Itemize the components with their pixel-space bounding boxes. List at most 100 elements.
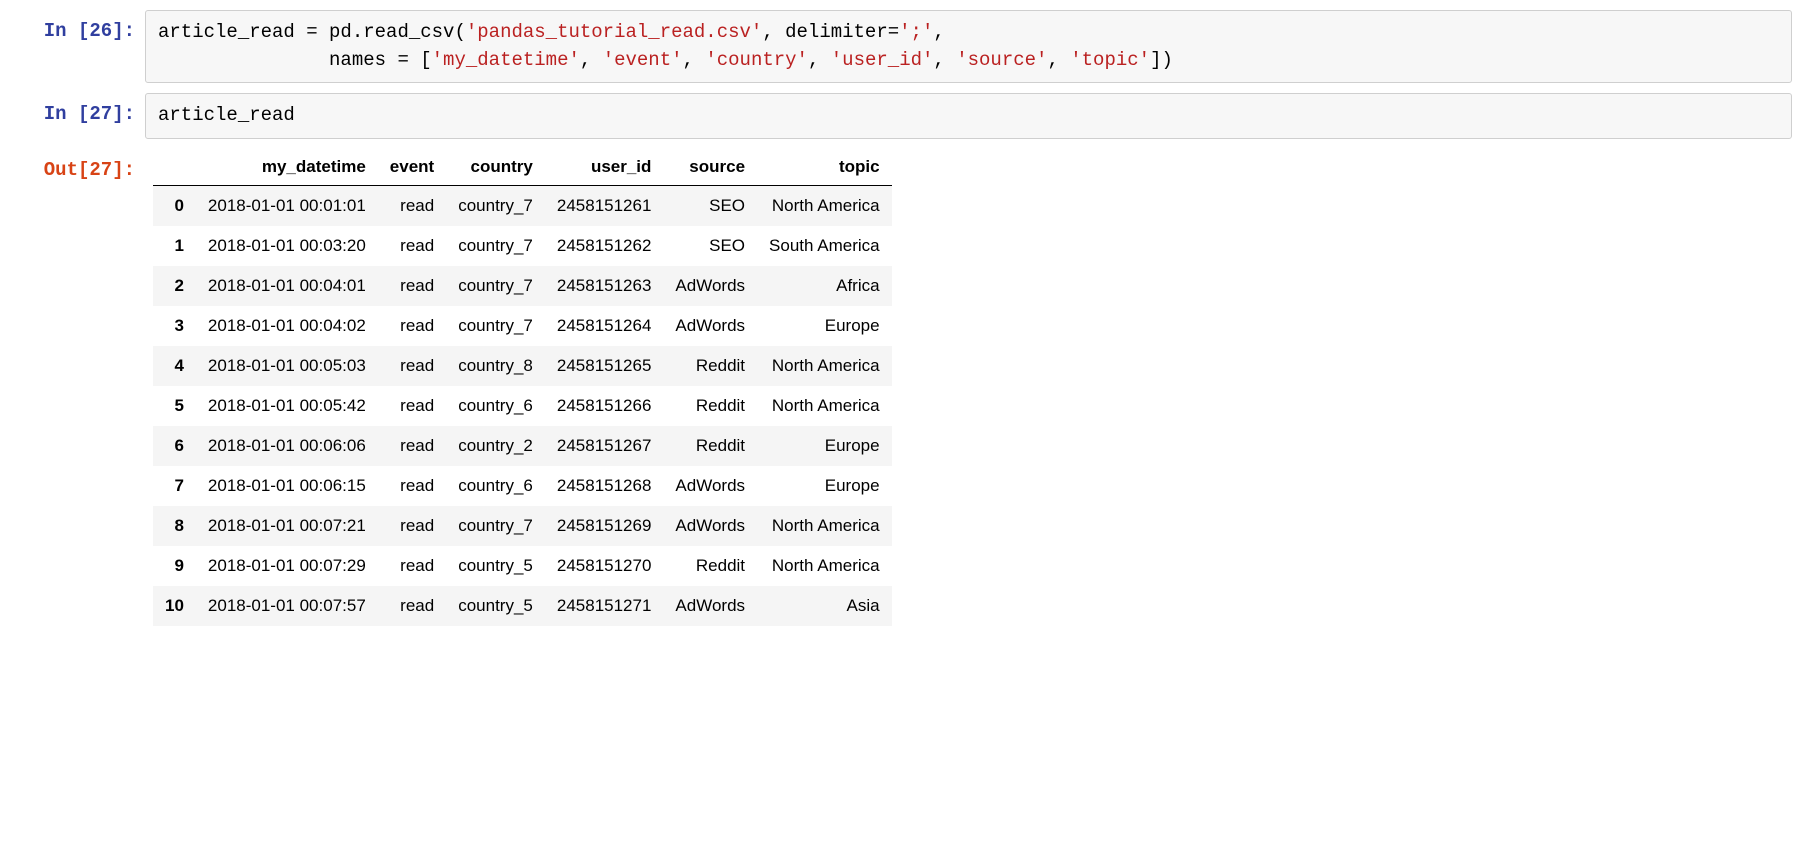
cell-event: read [378, 506, 446, 546]
dataframe-table: my_datetime event country user_id source… [153, 149, 892, 626]
cell-topic: Europe [757, 306, 892, 346]
cell-my_datetime: 2018-01-01 00:06:06 [196, 426, 378, 466]
cell-country: country_8 [446, 346, 545, 386]
cell-source: AdWords [663, 266, 757, 306]
cell-topic: Africa [757, 266, 892, 306]
cell-my_datetime: 2018-01-01 00:05:42 [196, 386, 378, 426]
row-index: 0 [153, 185, 196, 226]
cell-event: read [378, 426, 446, 466]
cell-user_id: 2458151264 [545, 306, 664, 346]
code-token: , [580, 49, 603, 71]
cell-country: country_7 [446, 506, 545, 546]
col-header: my_datetime [196, 149, 378, 186]
dataframe-output: my_datetime event country user_id source… [145, 149, 1792, 626]
in-prompt-27: In [27]: [0, 93, 145, 125]
row-index: 7 [153, 466, 196, 506]
cell-user_id: 2458151261 [545, 185, 664, 226]
row-index: 6 [153, 426, 196, 466]
code-token: article_read [158, 104, 295, 126]
notebook: In [26]: article_read = pd.read_csv('pan… [0, 0, 1812, 656]
cell-source: SEO [663, 226, 757, 266]
cell-topic: Europe [757, 466, 892, 506]
cell-in-27: In [27]: article_read [0, 93, 1812, 139]
cell-user_id: 2458151266 [545, 386, 664, 426]
cell-event: read [378, 346, 446, 386]
table-row: 62018-01-01 00:06:06readcountry_22458151… [153, 426, 892, 466]
dataframe-body: 02018-01-01 00:01:01readcountry_72458151… [153, 185, 892, 626]
table-row: 32018-01-01 00:04:02readcountry_72458151… [153, 306, 892, 346]
cell-country: country_7 [446, 306, 545, 346]
cell-country: country_5 [446, 546, 545, 586]
cell-source: Reddit [663, 546, 757, 586]
cell-source: Reddit [663, 386, 757, 426]
header-row: my_datetime event country user_id source… [153, 149, 892, 186]
code-token: ';' [899, 21, 933, 43]
cell-user_id: 2458151263 [545, 266, 664, 306]
col-header: topic [757, 149, 892, 186]
row-index: 2 [153, 266, 196, 306]
cell-source: AdWords [663, 586, 757, 626]
code-token: 'my_datetime' [432, 49, 580, 71]
cell-topic: North America [757, 546, 892, 586]
col-header: source [663, 149, 757, 186]
cell-topic: Europe [757, 426, 892, 466]
cell-country: country_2 [446, 426, 545, 466]
cell-user_id: 2458151271 [545, 586, 664, 626]
cell-event: read [378, 306, 446, 346]
dataframe-header: my_datetime event country user_id source… [153, 149, 892, 186]
table-row: 82018-01-01 00:07:21readcountry_72458151… [153, 506, 892, 546]
cell-topic: Asia [757, 586, 892, 626]
cell-user_id: 2458151268 [545, 466, 664, 506]
cell-my_datetime: 2018-01-01 00:01:01 [196, 185, 378, 226]
cell-country: country_6 [446, 466, 545, 506]
cell-source: SEO [663, 185, 757, 226]
row-index: 4 [153, 346, 196, 386]
cell-event: read [378, 386, 446, 426]
table-row: 102018-01-01 00:07:57readcountry_5245815… [153, 586, 892, 626]
cell-topic: North America [757, 506, 892, 546]
table-row: 72018-01-01 00:06:15readcountry_62458151… [153, 466, 892, 506]
col-header: country [446, 149, 545, 186]
cell-country: country_7 [446, 266, 545, 306]
code-input-27[interactable]: article_read [145, 93, 1792, 139]
code-input-26[interactable]: article_read = pd.read_csv('pandas_tutor… [145, 10, 1792, 83]
cell-topic: North America [757, 185, 892, 226]
table-row: 02018-01-01 00:01:01readcountry_72458151… [153, 185, 892, 226]
cell-my_datetime: 2018-01-01 00:06:15 [196, 466, 378, 506]
cell-user_id: 2458151265 [545, 346, 664, 386]
code-token: , [1047, 49, 1070, 71]
cell-my_datetime: 2018-01-01 00:07:21 [196, 506, 378, 546]
cell-out-27: Out[27]: my_datetime event country user_… [0, 149, 1812, 626]
cell-event: read [378, 185, 446, 226]
cell-event: read [378, 266, 446, 306]
cell-source: Reddit [663, 346, 757, 386]
cell-source: AdWords [663, 506, 757, 546]
cell-my_datetime: 2018-01-01 00:03:20 [196, 226, 378, 266]
row-index: 8 [153, 506, 196, 546]
out-prompt-27: Out[27]: [0, 149, 145, 181]
row-index: 10 [153, 586, 196, 626]
col-header: event [378, 149, 446, 186]
cell-event: read [378, 586, 446, 626]
code-token: , [683, 49, 706, 71]
code-token: 'topic' [1070, 49, 1150, 71]
row-index: 3 [153, 306, 196, 346]
cell-my_datetime: 2018-01-01 00:07:29 [196, 546, 378, 586]
cell-topic: South America [757, 226, 892, 266]
index-header [153, 149, 196, 186]
code-token: 'country' [705, 49, 808, 71]
in-prompt-26: In [26]: [0, 10, 145, 42]
row-index: 5 [153, 386, 196, 426]
table-row: 92018-01-01 00:07:29readcountry_52458151… [153, 546, 892, 586]
cell-source: Reddit [663, 426, 757, 466]
cell-country: country_6 [446, 386, 545, 426]
cell-source: AdWords [663, 306, 757, 346]
code-token: , [933, 49, 956, 71]
cell-country: country_7 [446, 226, 545, 266]
cell-my_datetime: 2018-01-01 00:05:03 [196, 346, 378, 386]
table-row: 22018-01-01 00:04:01readcountry_72458151… [153, 266, 892, 306]
cell-event: read [378, 226, 446, 266]
code-token: 'source' [956, 49, 1047, 71]
cell-user_id: 2458151262 [545, 226, 664, 266]
cell-event: read [378, 546, 446, 586]
